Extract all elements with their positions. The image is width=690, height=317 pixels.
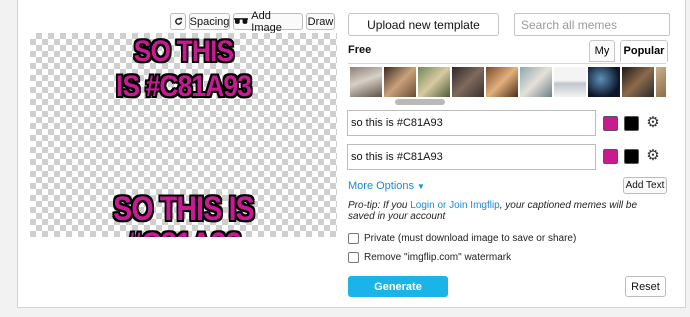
text-outline-color-1[interactable]: [624, 116, 639, 131]
reset-button[interactable]: Reset: [625, 276, 666, 297]
template-thumbnail[interactable]: [656, 67, 666, 97]
thumbnails-scrollbar[interactable]: [395, 99, 445, 105]
template-thumbnail[interactable]: [418, 67, 450, 97]
tab-popular[interactable]: Popular: [620, 40, 668, 62]
pro-tip: Pro-tip: If you Login or Join Imgflip, y…: [348, 200, 663, 222]
spacing-button[interactable]: Spacing: [189, 13, 230, 30]
upload-template-button[interactable]: Upload new template: [348, 13, 499, 36]
template-thumbnail[interactable]: [384, 67, 416, 97]
reset-label: Reset: [631, 280, 660, 293]
text-outline-color-2[interactable]: [624, 149, 639, 164]
watermark-checkbox-row[interactable]: Remove "imgflip.com" watermark: [348, 252, 511, 263]
pro-tip-prefix: Pro-tip: If you: [348, 200, 411, 211]
generate-label: Generate: [374, 280, 422, 293]
draw-label: Draw: [307, 15, 334, 28]
text-fill-color-2[interactable]: [603, 149, 618, 164]
rotate-icon: [174, 17, 182, 25]
sunglasses-icon: [234, 18, 249, 24]
tab-my-label: My: [594, 45, 610, 57]
spacing-label: Spacing: [189, 15, 230, 28]
meme-top-text-line1[interactable]: SO THIS: [48, 36, 318, 68]
private-checkbox[interactable]: [348, 233, 359, 244]
text-fill-color-1[interactable]: [603, 116, 618, 131]
meme-bottom-text[interactable]: SO THIS IS #C81A93: [55, 191, 313, 237]
more-options-link[interactable]: More Options ▼: [348, 180, 425, 192]
add-image-button[interactable]: Add Image: [233, 10, 303, 34]
add-text-button[interactable]: Add Text: [623, 177, 667, 194]
template-thumbnail[interactable]: [520, 67, 552, 97]
tab-popular-label: Popular: [623, 45, 665, 57]
template-thumbnail[interactable]: [588, 67, 620, 97]
templates-section-label: Free: [348, 44, 372, 56]
watermark-checkbox-label: Remove "imgflip.com" watermark: [364, 252, 512, 263]
generate-button[interactable]: Generate: [348, 276, 448, 297]
template-thumbnail[interactable]: [554, 67, 586, 97]
gear-icon[interactable]: ⚙: [645, 115, 661, 131]
rotate-button[interactable]: [170, 13, 186, 30]
template-thumbnails: [348, 63, 666, 101]
caret-down-icon: ▼: [417, 181, 425, 191]
template-thumbnail[interactable]: [486, 67, 518, 97]
text-box-2[interactable]: [347, 144, 596, 170]
more-options-label: More Options: [348, 180, 415, 192]
private-checkbox-row[interactable]: Private (must download image to save or …: [348, 233, 576, 244]
template-thumbnail[interactable]: [622, 67, 654, 97]
add-text-label: Add Text: [625, 180, 665, 191]
text-box-1[interactable]: [347, 110, 596, 136]
search-input[interactable]: [514, 13, 670, 36]
gear-icon[interactable]: ⚙: [645, 148, 661, 164]
draw-button[interactable]: Draw: [306, 13, 335, 30]
login-join-link[interactable]: Login or Join Imgflip: [410, 200, 500, 211]
tab-my[interactable]: My: [589, 40, 615, 62]
upload-template-label: Upload new template: [367, 17, 480, 32]
private-checkbox-label: Private (must download image to save or …: [364, 233, 577, 244]
template-thumbnail[interactable]: [452, 67, 484, 97]
meme-canvas[interactable]: SO THIS IS #C81A93 SO THIS IS #C81A93: [30, 33, 337, 237]
watermark-checkbox[interactable]: [348, 252, 359, 263]
template-thumbnail[interactable]: [350, 67, 382, 97]
add-image-label: Add Image: [251, 9, 282, 34]
meme-top-text-line2[interactable]: IS #C81A93: [48, 71, 318, 103]
